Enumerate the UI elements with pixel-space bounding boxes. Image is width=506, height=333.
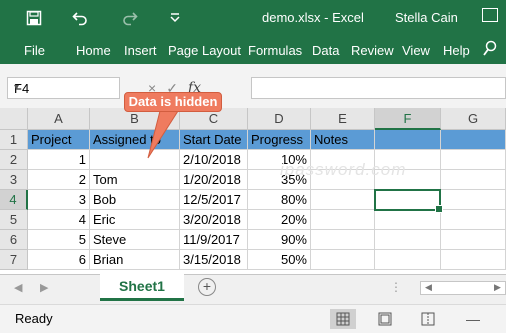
status-text: Ready	[15, 311, 53, 326]
user-name[interactable]: Stella Cain	[395, 10, 458, 25]
customize-icon[interactable]	[163, 6, 187, 30]
row-header-6[interactable]: 6	[0, 230, 28, 250]
scroll-left-arrow-icon[interactable]: ◀	[425, 282, 432, 293]
column-header-a[interactable]: A	[28, 108, 90, 130]
table-cell[interactable]: 2/10/2018	[180, 150, 248, 170]
scroll-tabs-left-icon[interactable]: ◀	[14, 281, 22, 294]
scroll-tabs-right-icon[interactable]: ▶	[40, 281, 48, 294]
title-bar: demo.xlsx - Excel Stella Cain	[0, 0, 506, 36]
table-cell[interactable]: Brian	[90, 250, 180, 270]
status-bar: Ready —	[0, 304, 506, 333]
tab-data[interactable]: Data	[312, 43, 339, 58]
column-header-d[interactable]: D	[248, 108, 311, 130]
tab-split-handle-icon[interactable]: ⋮	[390, 280, 402, 294]
table-cell[interactable]	[441, 170, 506, 190]
header-cell-progress[interactable]: Progress	[248, 130, 311, 150]
row-header-4[interactable]: 4	[0, 190, 28, 210]
tell-me-icon[interactable]	[482, 40, 498, 63]
active-cell-selection[interactable]	[374, 189, 443, 213]
table-cell[interactable]: 20%	[248, 210, 311, 230]
table-cell[interactable]: Eric	[90, 210, 180, 230]
tab-home[interactable]: Home	[76, 43, 111, 58]
table-cell[interactable]: Steve	[90, 230, 180, 250]
table-cell[interactable]	[441, 210, 506, 230]
table-cell[interactable]: 1/20/2018	[180, 170, 248, 190]
table-cell[interactable]	[90, 150, 180, 170]
table-cell[interactable]: 11/9/2017	[180, 230, 248, 250]
table-cell[interactable]: Tom	[90, 170, 180, 190]
table-cell[interactable]	[441, 150, 506, 170]
ribbon-tabs: File Home Insert Page Layout Formulas Da…	[0, 36, 506, 64]
column-header-f[interactable]: F	[375, 108, 441, 130]
select-all-corner[interactable]	[0, 108, 28, 130]
scroll-right-arrow-icon[interactable]: ▶	[494, 282, 501, 293]
table-cell[interactable]: 3	[28, 190, 90, 210]
table-cell[interactable]: 3/15/2018	[180, 250, 248, 270]
header-cell-g1[interactable]	[441, 130, 506, 150]
undo-icon[interactable]	[68, 6, 92, 30]
name-box[interactable]: F4 ▾	[7, 77, 120, 99]
table-cell[interactable]	[311, 190, 375, 210]
page-layout-view-icon[interactable]	[372, 309, 398, 329]
table-cell[interactable]	[441, 250, 506, 270]
table-cell[interactable]	[441, 190, 506, 210]
header-cell-notes[interactable]: Notes	[311, 130, 375, 150]
zoom-out-icon[interactable]: —	[460, 309, 486, 329]
table-cell[interactable]: 80%	[248, 190, 311, 210]
window-title: demo.xlsx - Excel	[262, 10, 364, 25]
row-header-3[interactable]: 3	[0, 170, 28, 190]
table-cell[interactable]: 4	[28, 210, 90, 230]
sheet-tab-sheet1[interactable]: Sheet1	[100, 274, 184, 301]
save-icon[interactable]	[22, 6, 46, 30]
tab-view[interactable]: View	[402, 43, 430, 58]
table-cell[interactable]: 1	[28, 150, 90, 170]
table-cell[interactable]	[375, 230, 441, 250]
tab-formulas[interactable]: Formulas	[248, 43, 302, 58]
column-header-e[interactable]: E	[311, 108, 375, 130]
add-sheet-icon[interactable]: +	[198, 278, 216, 296]
table-cell[interactable]	[311, 250, 375, 270]
ribbon-display-icon[interactable]	[482, 8, 498, 22]
row-header-2[interactable]: 2	[0, 150, 28, 170]
row-header-5[interactable]: 5	[0, 210, 28, 230]
row-header-7[interactable]: 7	[0, 250, 28, 270]
sheet-tab-bar: ◀ ▶ Sheet1 + ⋮ ◀ ▶	[0, 274, 506, 304]
tab-page-layout[interactable]: Page Layout	[168, 43, 241, 58]
page-break-view-icon[interactable]	[415, 309, 441, 329]
normal-view-icon[interactable]	[330, 309, 356, 329]
header-cell-start-date[interactable]: Start Date	[180, 130, 248, 150]
table-cell[interactable]	[311, 210, 375, 230]
table-cell[interactable]: 6	[28, 250, 90, 270]
table-cell[interactable]: 90%	[248, 230, 311, 250]
table-cell[interactable]: 2	[28, 170, 90, 190]
table-cell[interactable]: 12/5/2017	[180, 190, 248, 210]
table-cell[interactable]: Bob	[90, 190, 180, 210]
chevron-down-icon[interactable]: ▾	[14, 82, 115, 93]
table-cell[interactable]	[375, 250, 441, 270]
header-cell-project[interactable]: Project	[28, 130, 90, 150]
table-cell[interactable]	[441, 230, 506, 250]
worksheet-grid[interactable]: A B C D E F G 1 2 3 4 5 6 7 Project Assi…	[0, 108, 506, 274]
header-cell-f1[interactable]	[375, 130, 441, 150]
header-cell-assigned[interactable]: Assigned to	[90, 130, 180, 150]
table-cell[interactable]: 5	[28, 230, 90, 250]
table-cell[interactable]	[375, 210, 441, 230]
tab-review[interactable]: Review	[351, 43, 394, 58]
tab-help[interactable]: Help	[443, 43, 470, 58]
tab-file[interactable]: File	[24, 43, 45, 58]
table-cell[interactable]: 3/20/2018	[180, 210, 248, 230]
redo-icon[interactable]	[118, 6, 142, 30]
table-cell[interactable]	[311, 230, 375, 250]
formula-input[interactable]	[251, 77, 506, 99]
row-header-1[interactable]: 1	[0, 130, 28, 150]
table-cell[interactable]: 50%	[248, 250, 311, 270]
tab-insert[interactable]: Insert	[124, 43, 157, 58]
column-header-g[interactable]: G	[441, 108, 506, 130]
callout-data-hidden: Data is hidden	[124, 92, 222, 112]
watermark: ipassword.com	[280, 160, 407, 179]
fill-handle[interactable]	[435, 205, 443, 213]
